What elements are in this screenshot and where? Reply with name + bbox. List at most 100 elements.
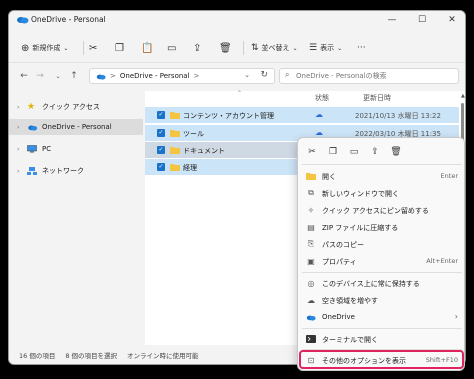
star-icon: ★: [27, 102, 36, 112]
context-menu: ✂ ❐ ▭ ⇪ 🗑 開く Enter ⧉ 新しいウィンドウで開く ✧ クイック …: [297, 137, 465, 371]
folder-icon: [170, 147, 180, 154]
cut-icon[interactable]: ✂: [304, 144, 320, 160]
chevron-right-icon[interactable]: ›: [17, 124, 25, 131]
paste-icon: 📋: [141, 42, 154, 54]
delete-button[interactable]: 🗑: [219, 38, 232, 58]
close-button[interactable]: ✕: [437, 11, 465, 29]
menu-item-onedrive[interactable]: OneDrive ›: [302, 309, 462, 325]
new-window-icon: ⧉: [308, 188, 314, 197]
breadcrumb-separator: >: [110, 72, 116, 80]
menu-divider: [302, 328, 462, 329]
menu-item-label: 新しいウィンドウで開く: [322, 190, 399, 198]
recent-button[interactable]: ⌄: [51, 69, 65, 83]
chevron-right-icon: ›: [454, 312, 458, 321]
chevron-right-icon[interactable]: ›: [17, 104, 25, 111]
trash-icon[interactable]: 🗑: [388, 144, 404, 160]
sort-label: 並べ替え: [261, 44, 290, 52]
network-icon: [27, 167, 39, 175]
rename-icon[interactable]: ▭: [346, 144, 362, 160]
sidebar-item-label: OneDrive - Personal: [42, 123, 112, 131]
menu-item-label: 開く: [322, 173, 336, 181]
sidebar-item-onedrive[interactable]: › OneDrive - Personal: [9, 119, 143, 135]
file-name: ツール: [183, 130, 204, 138]
sidebar-item-pc[interactable]: › PC: [9, 141, 143, 157]
view-label: 表示: [320, 44, 335, 52]
rename-button[interactable]: ▭: [167, 38, 176, 58]
file-name: ドキュメント: [183, 147, 225, 155]
menu-item-open[interactable]: 開く Enter: [302, 168, 462, 184]
view-icon: ☰: [309, 43, 318, 53]
view-button[interactable]: ☰ 表示 ⌄: [309, 38, 342, 58]
menu-item-label: ZIP ファイルに圧縮する: [322, 224, 399, 232]
checkbox[interactable]: ✓: [157, 129, 165, 137]
menu-item-label: ターミナルで開く: [322, 336, 378, 344]
scroll-up-icon[interactable]: ▲: [461, 93, 465, 99]
cloud-status-icon: ☁: [315, 110, 323, 119]
chevron-right-icon[interactable]: ›: [17, 168, 25, 175]
menu-item-terminal[interactable]: ターミナルで開く: [302, 331, 462, 347]
share-button[interactable]: ⇪: [193, 38, 201, 58]
maximize-button[interactable]: ☐: [407, 11, 437, 29]
column-sort-indicator: ⌃: [237, 90, 243, 97]
address-bar[interactable]: > OneDrive - Personal > ⌄ ↻: [89, 68, 275, 84]
availability-status: オンライン時に使用可能: [127, 352, 199, 360]
folder-icon: [170, 130, 180, 137]
paste-button[interactable]: 📋: [141, 38, 153, 58]
breadcrumb[interactable]: OneDrive - Personal: [120, 72, 190, 80]
back-button[interactable]: ←: [17, 69, 31, 83]
copy-icon: ❐: [115, 42, 124, 54]
checkbox[interactable]: ✓: [157, 163, 165, 171]
navigation-row: ← → ⌄ ↑ > OneDrive - Personal > ⌄ ↻ ⌕ On…: [9, 65, 465, 87]
refresh-icon[interactable]: ↻: [260, 70, 268, 80]
copy-icon[interactable]: ❐: [325, 144, 341, 160]
menu-item-label: パスのコピー: [322, 241, 364, 249]
file-date: 2021/10/13 水曜日 13:22: [355, 112, 441, 120]
forward-button[interactable]: →: [33, 69, 47, 83]
shortcut-label: Alt+Enter: [426, 257, 458, 265]
menu-item-properties[interactable]: ▣ プロパティ Alt+Enter: [302, 253, 462, 269]
chevron-down-icon: ⌄: [292, 44, 298, 52]
menu-item-label: プロパティ: [322, 258, 357, 266]
chevron-down-icon: ⌄: [55, 72, 61, 80]
more-icon: ···: [357, 43, 366, 53]
menu-item-new-window[interactable]: ⧉ 新しいウィンドウで開く: [302, 185, 462, 201]
new-button[interactable]: ⊕ 新規作成 ⌄: [21, 38, 68, 58]
chevron-right-icon[interactable]: ›: [17, 146, 25, 153]
search-icon: ⌕: [285, 70, 290, 79]
menu-item-free-space[interactable]: ☁ 空き領域を増やす: [302, 292, 462, 308]
menu-item-keep-on-device[interactable]: ◎ このデバイス上に常に保持する: [302, 275, 462, 291]
copy-button[interactable]: ❐: [115, 38, 124, 58]
more-button[interactable]: ···: [357, 38, 366, 58]
menu-item-zip[interactable]: ▤ ZIP ファイルに圧縮する: [302, 219, 462, 235]
sort-icon: ⇅: [251, 43, 259, 53]
checkbox[interactable]: ✓: [157, 146, 165, 154]
chevron-down-icon[interactable]: ⌄: [244, 71, 250, 79]
window-title: OneDrive - Personal: [31, 15, 106, 24]
up-button[interactable]: ↑: [67, 69, 81, 83]
arrow-left-icon: ←: [20, 71, 28, 81]
menu-item-pin[interactable]: ✧ クイック アクセスにピン留めする: [302, 202, 462, 218]
menu-item-label: クイック アクセスにピン留めする: [322, 207, 429, 215]
item-count: 16 個の項目: [19, 352, 56, 360]
share-icon[interactable]: ⇪: [367, 144, 383, 160]
column-header-status[interactable]: 状態: [315, 93, 329, 105]
onedrive-icon: [17, 17, 29, 24]
copy-path-icon: ⎘: [307, 239, 315, 248]
shortcut-label: Enter: [440, 172, 458, 180]
checkbox[interactable]: ✓: [157, 111, 165, 119]
sidebar-item-network[interactable]: › ネットワーク: [9, 163, 143, 179]
menu-divider: [302, 164, 462, 165]
sort-button[interactable]: ⇅ 並べ替え ⌄: [251, 38, 298, 58]
cloud-status-icon: ☁: [315, 128, 323, 137]
pin-icon: ✧: [307, 205, 315, 215]
cut-button[interactable]: ✂: [89, 38, 97, 58]
title-bar: OneDrive - Personal — ☐ ✕: [9, 11, 465, 29]
search-input[interactable]: ⌕ OneDrive - Personalの検索: [279, 68, 459, 84]
menu-item-copy-path[interactable]: ⎘ パスのコピー: [302, 236, 462, 252]
toolbar-divider: [83, 41, 84, 55]
sidebar-item-quick-access[interactable]: › ★ クイック アクセス: [9, 99, 143, 115]
cloud-icon: [27, 124, 39, 131]
table-row[interactable]: ✓ コンテンツ・アカウント管理 ☁ 2021/10/13 水曜日 13:22: [145, 107, 459, 123]
minimize-button[interactable]: —: [377, 11, 407, 29]
column-header-modified[interactable]: 更新日時: [363, 93, 391, 105]
